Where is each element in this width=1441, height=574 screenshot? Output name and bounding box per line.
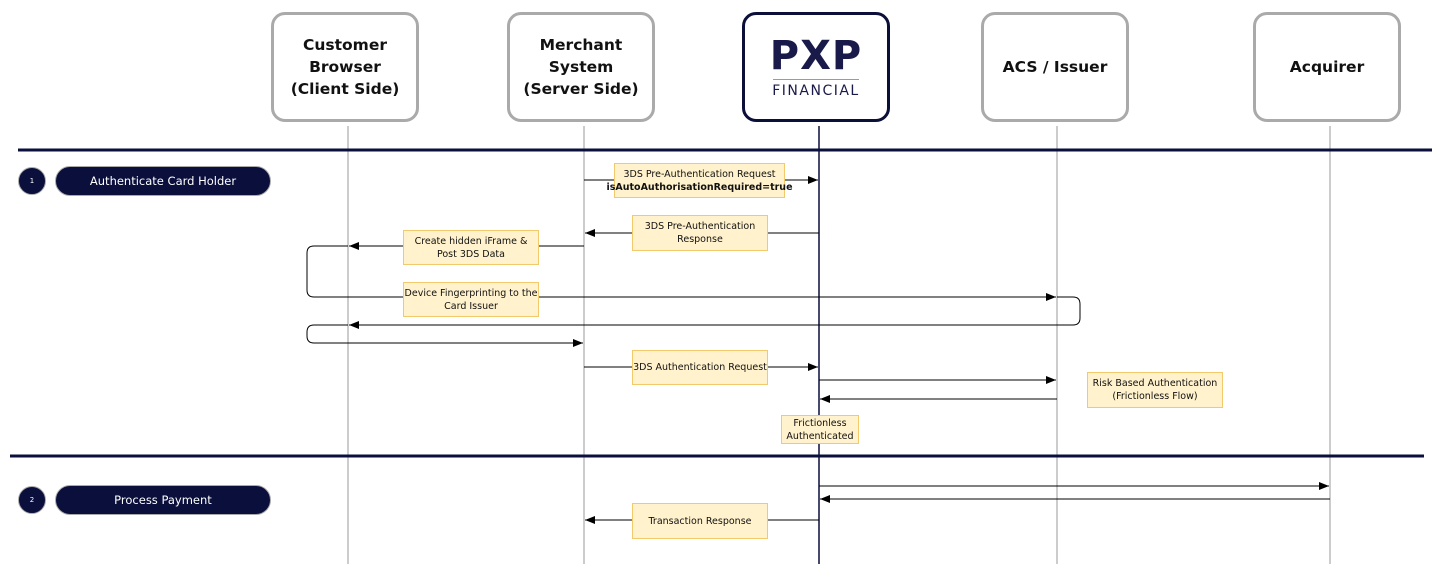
logo-text: PXP (769, 32, 863, 79)
section-number-1: 1 (18, 167, 46, 195)
sequence-diagram: Customer Browser (Client Side) Merchant … (0, 0, 1441, 574)
note-transaction-response: Transaction Response (632, 503, 768, 539)
section-number-2: 2 (18, 486, 46, 514)
logo-subtext: FINANCIAL (772, 82, 860, 99)
actor-acs-issuer: ACS / Issuer (981, 12, 1129, 122)
note-frictionless: Frictionless Authenticated (781, 415, 859, 444)
note-auth-request: 3DS Authentication Request (632, 350, 768, 385)
actor-acquirer: Acquirer (1253, 12, 1401, 122)
actor-customer-browser: Customer Browser (Client Side) (271, 12, 419, 122)
note-device-fingerprinting: Device Fingerprinting to the Card Issuer (403, 282, 539, 317)
note-param: isAutoAuthorisationRequired=true (606, 181, 793, 193)
note-risk-based: Risk Based Authentication (Frictionless … (1087, 372, 1223, 408)
note-hidden-iframe: Create hidden iFrame & Post 3DS Data (403, 230, 539, 265)
note-text: 3DS Pre-Authentication Request (623, 168, 776, 180)
note-pre-auth-request: 3DS Pre-Authentication Request isAutoAut… (606, 163, 793, 198)
section-title-2: Process Payment (55, 485, 271, 515)
section-title-1: Authenticate Card Holder (55, 166, 271, 196)
pxp-logo: PXP FINANCIAL (770, 36, 862, 99)
actor-merchant-system: Merchant System (Server Side) (507, 12, 655, 122)
actor-pxp-financial: PXP FINANCIAL (742, 12, 890, 122)
note-pre-auth-response: 3DS Pre-Authentication Response (632, 215, 768, 251)
